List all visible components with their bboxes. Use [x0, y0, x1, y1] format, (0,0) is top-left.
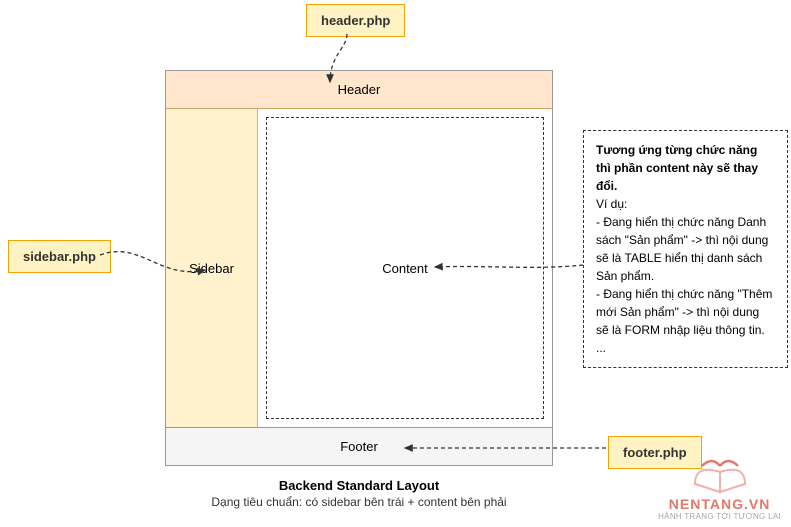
layout-sidebar-text: Sidebar — [189, 261, 234, 276]
layout-header-text: Header — [338, 82, 381, 97]
caption-subtitle: Dạng tiêu chuẩn: có sidebar bên trái + c… — [165, 495, 553, 509]
layout-content-text: Content — [382, 261, 428, 276]
note-bold-line: Tương ứng từng chức năng thì phần conten… — [596, 141, 775, 195]
content-note: Tương ứng từng chức năng thì phần conten… — [583, 130, 788, 368]
layout-content: Content — [266, 117, 544, 419]
note-line1: - Đang hiển thị chức năng Danh sách "Sản… — [596, 213, 775, 285]
layout-footer-text: Footer — [340, 439, 378, 454]
note-line3: ... — [596, 339, 775, 357]
diagram-caption: Backend Standard Layout Dạng tiêu chuẩn:… — [165, 478, 553, 509]
header-php-label: header.php — [306, 4, 405, 37]
note-line2: - Đang hiển thị chức năng "Thêm mới Sản … — [596, 285, 775, 339]
watermark-tagline: HÀNH TRANG TỚI TƯƠNG LAI — [658, 512, 781, 521]
layout-header: Header — [166, 71, 552, 109]
watermark: NENTANG.VN HÀNH TRANG TỚI TƯƠNG LAI — [658, 454, 781, 521]
layout-footer: Footer — [166, 427, 552, 465]
sidebar-php-label: sidebar.php — [8, 240, 111, 273]
layout-frame: Header Sidebar Content Footer — [165, 70, 553, 466]
note-intro: Ví dụ: — [596, 195, 775, 213]
watermark-brand: NENTANG.VN — [658, 496, 781, 512]
book-icon — [690, 454, 750, 494]
caption-title: Backend Standard Layout — [165, 478, 553, 493]
layout-sidebar: Sidebar — [166, 109, 258, 427]
